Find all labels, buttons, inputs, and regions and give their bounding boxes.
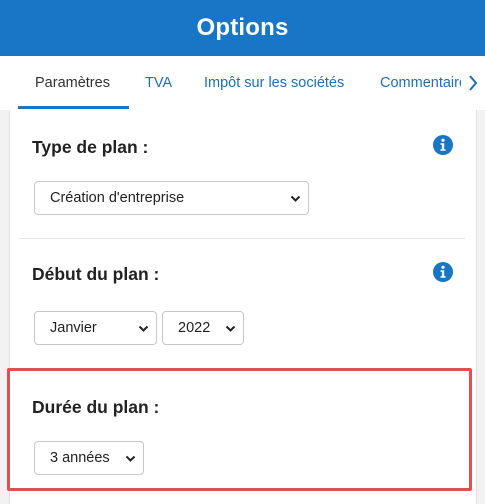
tab-bar: Paramètres TVA Impôt sur les sociétés Co… bbox=[0, 56, 485, 110]
info-icon[interactable] bbox=[433, 135, 453, 155]
plan-duration-label: Durée du plan : bbox=[32, 397, 160, 417]
tab-parametres[interactable]: Paramètres bbox=[35, 56, 110, 110]
plan-start-month-value: Janvier bbox=[50, 320, 97, 336]
plan-type-label: Type de plan : bbox=[32, 137, 149, 157]
tab-scroll-right-button[interactable] bbox=[461, 56, 485, 110]
options-panel: Type de plan : Création d'entreprise Déb… bbox=[9, 110, 477, 504]
chevron-down-icon bbox=[290, 195, 301, 202]
plan-start-year-select[interactable]: 2022 bbox=[162, 311, 244, 345]
active-tab-indicator bbox=[18, 106, 129, 109]
header-bar: Options bbox=[0, 0, 485, 56]
chevron-down-icon bbox=[138, 325, 149, 332]
plan-duration-value: 3 années bbox=[50, 450, 110, 466]
section-divider bbox=[19, 238, 465, 239]
plan-start-month-select[interactable]: Janvier bbox=[34, 311, 157, 345]
chevron-right-icon bbox=[469, 75, 478, 91]
plan-duration-select[interactable]: 3 années bbox=[34, 441, 144, 475]
chevron-down-icon bbox=[225, 325, 236, 332]
info-icon[interactable] bbox=[433, 262, 453, 282]
tab-tva[interactable]: TVA bbox=[145, 56, 172, 110]
tab-impot-societes[interactable]: Impôt sur les sociétés bbox=[204, 56, 344, 110]
plan-start-year-value: 2022 bbox=[178, 320, 211, 336]
plan-start-label: Début du plan : bbox=[32, 264, 160, 284]
chevron-down-icon bbox=[125, 455, 136, 462]
page-title: Options bbox=[196, 14, 289, 41]
plan-type-value: Création d'entreprise bbox=[50, 190, 185, 206]
plan-type-select[interactable]: Création d'entreprise bbox=[34, 181, 309, 215]
